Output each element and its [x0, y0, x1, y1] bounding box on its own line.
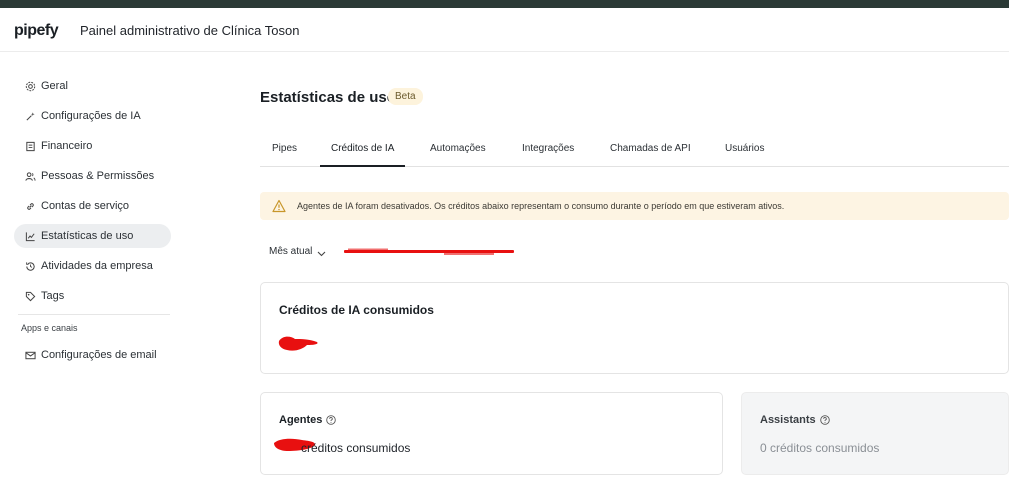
- alert-text: Agentes de IA foram desativados. Os créd…: [297, 201, 785, 211]
- sidebar-item-financeiro[interactable]: Financeiro: [14, 134, 171, 158]
- assistants-value: 0 créditos consumidos: [760, 441, 880, 455]
- sidebar-item-label: Pessoas & Permissões: [41, 170, 155, 182]
- agents-value: créditos consumidos: [301, 441, 411, 455]
- sidebar-item-label: Configurações de email: [41, 349, 157, 361]
- sidebar-item-label: Geral: [41, 80, 68, 92]
- tab-pipes[interactable]: Pipes: [272, 143, 297, 154]
- agents-label-row: Agentes: [279, 414, 337, 426]
- sidebar-item-label: Atividades da empresa: [41, 260, 153, 272]
- assistants-label: Assistants: [760, 414, 816, 426]
- sidebar-item-label: Configurações de IA: [41, 110, 141, 122]
- sidebar-item-email-config[interactable]: Configurações de email: [14, 343, 171, 367]
- period-dropdown-label: Mês atual: [269, 246, 313, 257]
- agents-label: Agentes: [279, 414, 323, 426]
- alert-banner: Agentes de IA foram desativados. Os créd…: [260, 192, 1009, 220]
- agents-card: Agentes créditos consumidos: [260, 392, 723, 475]
- ai-credits-title: Créditos de IA consumidos: [279, 303, 434, 317]
- tab-integracoes[interactable]: Integrações: [522, 143, 574, 154]
- assistants-card: Assistants 0 créditos consumidos: [741, 392, 1009, 475]
- assistants-label-row: Assistants: [760, 414, 830, 426]
- sidebar-item-label: Contas de serviço: [41, 200, 130, 212]
- help-icon[interactable]: [326, 415, 337, 425]
- tab-creditos-ia[interactable]: Créditos de IA: [331, 143, 394, 154]
- tab-usuarios[interactable]: Usuários: [725, 143, 764, 154]
- tab-bar: Pipes Créditos de IA Automações Integraç…: [260, 131, 1009, 167]
- pipefy-logo[interactable]: pipefy: [14, 22, 59, 40]
- sidebar: Geral Configurações de IA Financeiro Pes…: [14, 74, 171, 373]
- sidebar-item-pessoas[interactable]: Pessoas & Permissões: [14, 164, 171, 188]
- mail-icon: [24, 349, 36, 361]
- sidebar-item-contas-servico[interactable]: Contas de serviço: [14, 194, 171, 218]
- chevron-down-icon: [317, 249, 326, 256]
- people-icon: [24, 170, 36, 182]
- sidebar-item-tags[interactable]: Tags: [14, 284, 171, 308]
- sidebar-section-title: Apps e canais: [21, 323, 78, 333]
- help-icon[interactable]: [819, 415, 830, 425]
- sidebar-item-label: Financeiro: [41, 140, 93, 152]
- sidebar-item-geral[interactable]: Geral: [14, 74, 171, 98]
- period-dropdown[interactable]: Mês atual: [269, 246, 326, 257]
- tag-icon: [24, 290, 36, 302]
- warning-icon: [272, 199, 286, 213]
- link-icon: [24, 200, 36, 212]
- sidebar-divider: [18, 314, 170, 315]
- sparkle-icon: [24, 110, 36, 122]
- redacted-date-range: [344, 248, 514, 255]
- page-title: Estatísticas de uso: [260, 89, 396, 106]
- history-icon: [24, 260, 36, 272]
- sidebar-item-estatisticas[interactable]: Estatísticas de uso: [14, 224, 171, 248]
- sidebar-item-label: Estatísticas de uso: [41, 230, 134, 242]
- sidebar-item-label: Tags: [41, 290, 65, 302]
- tab-automacoes[interactable]: Automações: [430, 143, 486, 154]
- tab-chamadas-api[interactable]: Chamadas de API: [610, 143, 691, 154]
- gear-icon: [24, 80, 36, 92]
- active-tab-indicator: [320, 165, 405, 167]
- main-content: Estatísticas de uso Beta Pipes Créditos …: [260, 0, 1009, 495]
- redacted-value: [278, 336, 318, 351]
- sidebar-item-ia-config[interactable]: Configurações de IA: [14, 104, 171, 128]
- ai-credits-card: Créditos de IA consumidos: [260, 282, 1009, 374]
- beta-badge: Beta: [388, 88, 423, 105]
- chart-icon: [24, 230, 36, 242]
- invoice-icon: [24, 140, 36, 152]
- sidebar-item-atividades[interactable]: Atividades da empresa: [14, 254, 171, 278]
